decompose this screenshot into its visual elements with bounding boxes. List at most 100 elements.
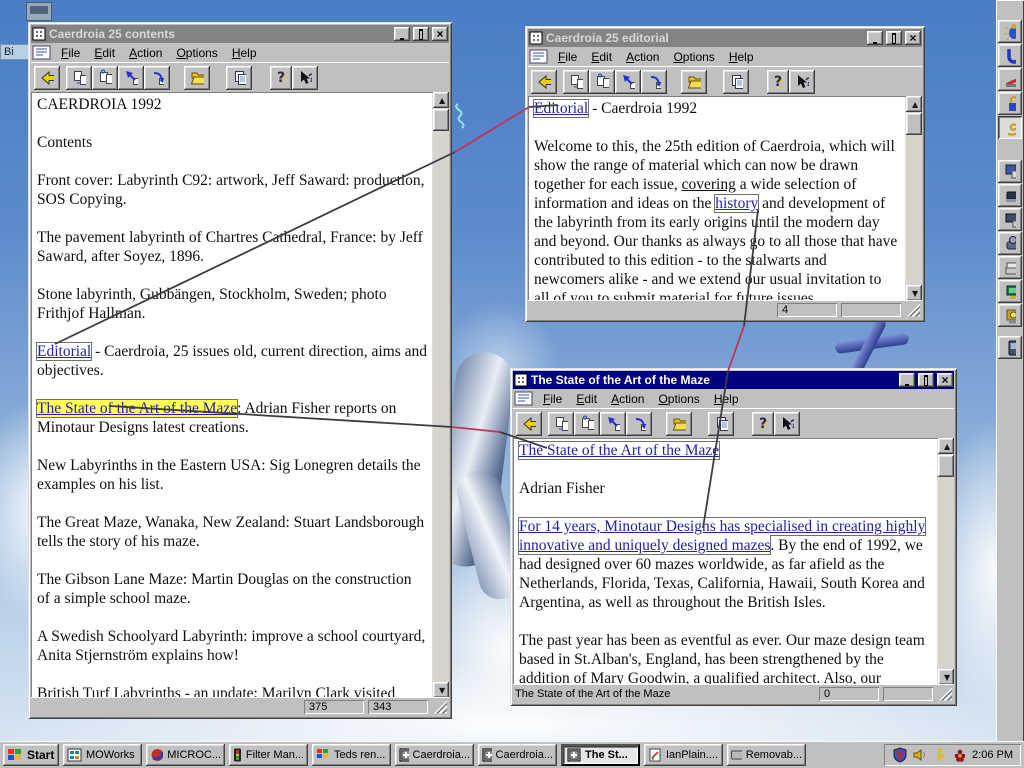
page-replace-icon[interactable] — [574, 412, 600, 436]
maximize-button[interactable] — [886, 31, 902, 45]
menu-edit[interactable]: Edit — [87, 45, 122, 61]
scroll-thumb[interactable] — [938, 455, 954, 477]
page-replace-icon[interactable] — [92, 66, 118, 90]
minimize-button[interactable] — [867, 31, 883, 45]
desktop-icon-label[interactable]: Bi — [0, 44, 30, 60]
editorial-link[interactable]: Editorial — [35, 342, 93, 361]
exit-door-icon[interactable] — [34, 66, 60, 90]
note-link[interactable]: covering — [682, 176, 736, 193]
menu-file[interactable]: File — [536, 391, 569, 407]
desktop-icon-partial[interactable] — [26, 2, 52, 21]
menu-edit[interactable]: Edit — [569, 391, 604, 407]
task-button-removable[interactable]: Removab... — [727, 743, 806, 766]
link-back-icon[interactable] — [118, 66, 144, 90]
scroll-up-icon[interactable]: ▲ — [906, 96, 922, 112]
menu-options[interactable]: Options — [651, 391, 706, 407]
resize-grip[interactable] — [939, 687, 952, 701]
vertical-scrollbar[interactable]: ▲ ▼ — [938, 438, 954, 685]
maximize-button[interactable] — [413, 27, 429, 41]
resize-grip[interactable] — [434, 700, 447, 714]
hook-icon[interactable] — [998, 116, 1022, 139]
state-of-art-title-link[interactable]: The State of the Art of the Maze — [517, 441, 721, 460]
u-clamp-icon[interactable] — [998, 44, 1022, 67]
scroll-thumb[interactable] — [433, 109, 449, 131]
link-forward-icon[interactable] — [626, 412, 652, 436]
help-icon[interactable]: ? — [270, 66, 292, 90]
stapler-icon[interactable] — [998, 68, 1022, 91]
context-help-icon[interactable]: ? — [789, 70, 815, 94]
close-button[interactable]: × — [905, 31, 921, 45]
vertical-scrollbar[interactable]: ▲ ▼ — [906, 96, 922, 301]
document-menu-icon[interactable] — [529, 49, 549, 64]
exit-door-icon[interactable] — [531, 70, 557, 94]
menu-file[interactable]: File — [54, 45, 87, 61]
page-copy-icon[interactable] — [548, 412, 574, 436]
help-icon[interactable]: ? — [767, 70, 789, 94]
link-back-icon[interactable] — [615, 70, 641, 94]
open-folder-icon[interactable] — [184, 66, 210, 90]
start-button[interactable]: Start — [3, 743, 59, 766]
floppy-devices-icon[interactable] — [998, 160, 1022, 183]
copy-pages-icon[interactable] — [708, 412, 734, 436]
document-content[interactable]: The State of the Art of the Maze Adrian … — [513, 438, 938, 685]
scroll-down-icon[interactable]: ▼ — [938, 669, 954, 685]
scroll-up-icon[interactable]: ▲ — [938, 438, 954, 454]
menu-help[interactable]: Help — [225, 45, 264, 61]
task-button-filter-manager[interactable]: Filter Man... — [229, 743, 308, 766]
history-link[interactable]: history — [714, 194, 760, 213]
laptop-disk-icon[interactable] — [998, 208, 1022, 231]
menu-action[interactable]: Action — [604, 391, 651, 407]
menu-action[interactable]: Action — [122, 45, 169, 61]
minimize-button[interactable] — [899, 373, 915, 387]
menu-options[interactable]: Options — [169, 45, 224, 61]
context-help-icon[interactable]: ? — [292, 66, 318, 90]
volume-icon[interactable] — [912, 747, 928, 763]
document-menu-icon[interactable] — [32, 45, 52, 60]
task-button-ianplain[interactable]: IanPlain.... — [644, 743, 723, 766]
handheld-icon[interactable] — [998, 336, 1022, 359]
task-button-caerdroia-1[interactable]: Caerdroia... — [395, 743, 474, 766]
printer-icon[interactable] — [998, 256, 1022, 279]
laptop-closed-icon[interactable] — [998, 184, 1022, 207]
scroll-down-icon[interactable]: ▼ — [906, 285, 922, 301]
antivirus-shield-icon[interactable] — [892, 746, 908, 763]
context-help-icon[interactable]: ? — [774, 412, 800, 436]
titlebar[interactable]: The State of the Art of the Maze × — [513, 371, 954, 389]
open-folder-icon[interactable] — [666, 412, 692, 436]
scheduler-icon[interactable] — [932, 747, 948, 763]
scanner-icon[interactable] — [998, 232, 1022, 255]
scroll-thumb[interactable] — [906, 113, 922, 135]
virus-flower-icon[interactable] — [952, 747, 968, 763]
document-content[interactable]: Editorial - Caerdroia 1992 Welcome to th… — [528, 96, 906, 301]
task-button-microc[interactable]: MICROC... — [146, 743, 225, 766]
task-button-teds[interactable]: Teds ren... — [312, 743, 391, 766]
page-replace-icon[interactable] — [589, 70, 615, 94]
editorial-link[interactable]: Editorial — [532, 99, 590, 118]
padlock-icon[interactable] — [998, 92, 1022, 115]
menu-action[interactable]: Action — [619, 49, 666, 65]
menu-help[interactable]: Help — [707, 391, 746, 407]
menu-edit[interactable]: Edit — [584, 49, 619, 65]
close-button[interactable]: × — [432, 27, 448, 41]
link-back-icon[interactable] — [600, 412, 626, 436]
green-terminal-icon[interactable] — [998, 280, 1022, 303]
task-button-the-state[interactable]: The St... — [561, 743, 640, 766]
exit-door-icon[interactable] — [516, 412, 542, 436]
resize-grip[interactable] — [907, 303, 920, 317]
help-icon[interactable]: ? — [752, 412, 774, 436]
copy-pages-icon[interactable] — [723, 70, 749, 94]
badge-device-icon[interactable] — [998, 304, 1022, 327]
open-folder-icon[interactable] — [681, 70, 707, 94]
clock[interactable]: 2:06 PM — [972, 749, 1013, 761]
link-forward-icon[interactable] — [641, 70, 667, 94]
menu-options[interactable]: Options — [666, 49, 721, 65]
vertical-scrollbar[interactable]: ▲ ▼ — [433, 92, 449, 698]
titlebar[interactable]: Caerdroia 25 editorial × — [528, 29, 922, 47]
task-button-caerdroia-2[interactable]: Caerdroia... — [478, 743, 557, 766]
link-forward-icon[interactable] — [144, 66, 170, 90]
document-menu-icon[interactable] — [514, 391, 534, 406]
page-copy-icon[interactable] — [563, 70, 589, 94]
scroll-down-icon[interactable]: ▼ — [433, 682, 449, 698]
task-button-moworks[interactable]: MOWorks — [63, 743, 142, 766]
document-content[interactable]: CAERDROIA 1992 Contents Front cover: Lab… — [31, 92, 433, 698]
